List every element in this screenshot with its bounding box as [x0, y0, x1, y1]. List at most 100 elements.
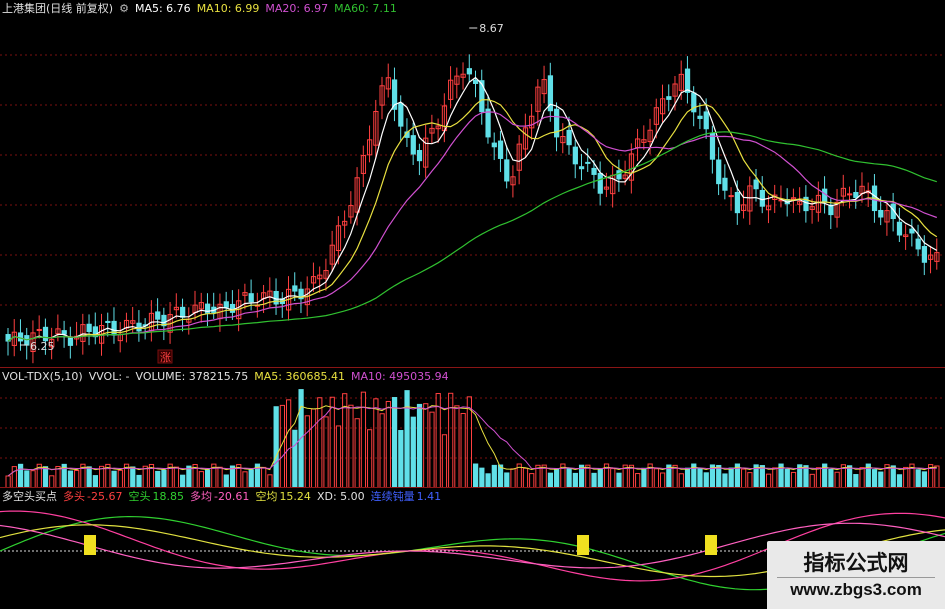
volume-bar: [485, 473, 491, 488]
volume-bar: [497, 464, 504, 488]
volume-bar: [273, 406, 279, 488]
volume-bar: [86, 466, 92, 488]
candle-body: [572, 146, 578, 165]
candle-body: [229, 303, 236, 313]
volume-bar: [310, 408, 317, 488]
candle-body: [248, 293, 254, 303]
volume-bar: [155, 470, 161, 488]
candle-body: [666, 96, 672, 100]
volume-bar: [67, 470, 74, 488]
candle-body: [822, 188, 828, 203]
ma60-line: [7, 131, 937, 342]
volume-bar: [641, 467, 647, 488]
volume-bar: [934, 465, 940, 488]
volume-bar: [547, 472, 554, 488]
volume-bar: [55, 465, 61, 488]
volume-bar: [697, 468, 703, 488]
low-price-label: 6.25: [30, 340, 55, 353]
volume-bar: [11, 466, 17, 488]
volume-bar: [529, 473, 535, 488]
candle-body: [410, 135, 416, 155]
candle-body: [578, 166, 585, 170]
price-chart[interactable]: 8.67 6.25 涨: [0, 0, 945, 368]
candle-body: [273, 290, 279, 305]
volume-bar: [703, 472, 709, 488]
candle-body: [716, 159, 722, 185]
volume-bar: [522, 467, 529, 488]
buy-signal-marker-1: [84, 535, 96, 555]
candle-body: [847, 193, 853, 196]
volume-bar: [248, 469, 254, 488]
watermark-url: www.zbgs3.com: [790, 580, 922, 599]
volume-bar: [853, 474, 859, 488]
volume-bar: [921, 471, 928, 488]
volume-bar: [504, 472, 510, 488]
price-panel[interactable]: 上港集团 (日线 前复权) ⚙ MA5: 6.76 MA10: 6.99 MA2…: [0, 0, 945, 368]
candle-body: [504, 159, 510, 182]
candle-body: [915, 238, 921, 250]
volume-bar: [741, 468, 747, 488]
volume-bar: [391, 397, 398, 488]
volume-bar: [473, 463, 479, 488]
volume-bar: [722, 473, 728, 488]
candle-body: [42, 326, 49, 342]
candle-body: [722, 177, 728, 191]
volume-bar: [859, 467, 865, 488]
volume-bar: [173, 466, 180, 488]
candle-body: [223, 301, 229, 308]
volume-bar: [24, 470, 30, 488]
volume-chart[interactable]: [0, 368, 945, 488]
candle-body: [597, 172, 603, 194]
volume-bar: [404, 390, 410, 488]
volume-bar: [111, 470, 117, 488]
volume-bar: [684, 467, 691, 488]
volume-bar: [74, 470, 80, 488]
volume-bar: [410, 416, 416, 488]
candle-body: [86, 323, 92, 332]
volume-bar: [385, 400, 391, 488]
volume-bar: [435, 393, 441, 488]
volume-bar: [878, 471, 884, 488]
candle-body: [17, 332, 24, 342]
volume-bar: [292, 429, 298, 488]
candle-body: [36, 328, 42, 331]
candle-body: [155, 311, 161, 320]
volume-bar: [348, 404, 354, 488]
volume-bar: [765, 473, 772, 488]
candle-body: [591, 167, 597, 175]
candle-body: [566, 129, 572, 146]
candle-body: [709, 132, 716, 160]
volume-bar: [298, 389, 304, 488]
volume-bar: [354, 418, 360, 488]
volume-bar: [429, 411, 435, 488]
volume-panel[interactable]: VOL-TDX(5,10) VVOL: - VOLUME: 378215.75 …: [0, 368, 945, 488]
volume-bar: [229, 465, 236, 488]
volume-bar: [30, 470, 36, 488]
buy-signal-marker-3: [705, 535, 717, 555]
volume-bar: [423, 403, 429, 488]
high-price-label: 8.67: [479, 22, 504, 35]
candle-body: [909, 228, 915, 234]
candle-body: [616, 170, 622, 180]
candle-body: [67, 337, 74, 346]
ma20-line: [7, 111, 938, 342]
volume-bar: [896, 474, 903, 488]
watermark: 指标公式网 www.zbgs3.com: [767, 541, 945, 609]
volume-bar: [510, 468, 516, 488]
volume-bar: [915, 469, 921, 488]
volume-bar: [616, 472, 622, 488]
candle-body: [180, 306, 186, 318]
candle-body: [398, 102, 404, 127]
candle-body: [61, 330, 67, 335]
volume-bar: [360, 391, 367, 488]
volume-bar: [660, 472, 666, 488]
candle-body: [703, 111, 709, 130]
volume-bar: [772, 467, 778, 488]
volume-bar: [186, 465, 192, 488]
volume-bar: [566, 467, 572, 488]
buy-signal-marker-2: [577, 535, 589, 555]
volume-bar: [597, 467, 603, 488]
volume-bar: [678, 473, 684, 488]
ma5-line: [7, 76, 938, 342]
volume-bar: [460, 412, 466, 488]
